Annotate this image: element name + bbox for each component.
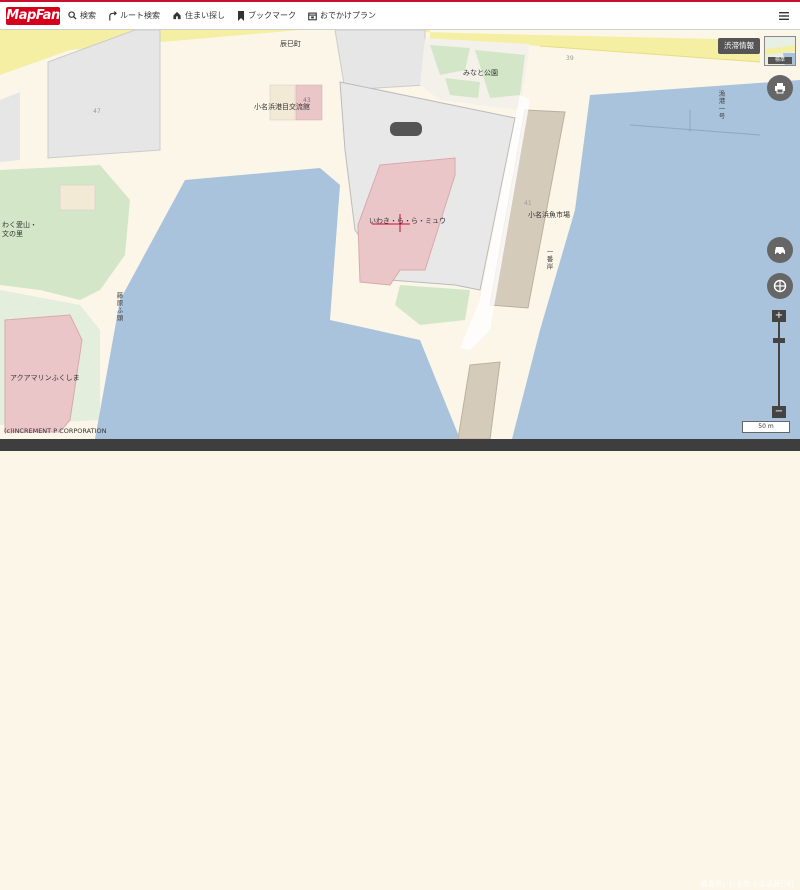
compass-button[interactable] <box>767 273 793 299</box>
copyright-text: (c)INCREMENT P CORPORATION <box>4 427 107 435</box>
nav-bookmark-label: ブックマーク <box>248 11 296 20</box>
zoom-control: + − <box>772 310 786 418</box>
number-39: 39 <box>566 55 574 62</box>
area-label: 辰巳町 <box>280 40 301 48</box>
pier2-label: 一番岸 <box>545 248 553 271</box>
nav-housing-label: 住まい探し <box>185 11 225 20</box>
current-address: 福島県いわき市 小名浜辰巳町 <box>700 880 794 888</box>
car-icon <box>775 247 785 256</box>
building1-label: 小名浜港目交流館 <box>254 103 310 111</box>
nav-route-label: ルート検索 <box>120 11 160 20</box>
nav-search-label: 検索 <box>80 11 96 20</box>
zoom-track[interactable] <box>778 322 780 406</box>
nav-bookmark[interactable]: ブックマーク <box>237 10 296 21</box>
header-bar: MapFan 検索 ルート検索 住まい探し ブックマーク おでかけプラン <box>0 0 800 30</box>
market-label: 小名浜魚市場 <box>528 211 570 219</box>
printer-icon <box>775 83 785 94</box>
nav-housing[interactable]: 住まい探し <box>172 10 225 21</box>
scale-bar: 50 m <box>742 421 790 433</box>
route-icon <box>109 10 117 20</box>
map-canvas[interactable]: 辰巳町 小名浜港目交流館 43 47 みなと公園 39 いわき・ら・ら・ミュウ … <box>0 30 800 439</box>
main-nav: 検索 ルート検索 住まい探し ブックマーク おでかけプラン <box>68 10 388 21</box>
nav-route-search[interactable]: ルート検索 <box>108 10 160 21</box>
compass-icon <box>773 279 787 293</box>
map-background <box>0 30 800 439</box>
quay-label: 藤原ふ頭 <box>115 292 123 322</box>
search-icon <box>68 11 77 20</box>
block-number-47: 47 <box>93 108 101 115</box>
print-button[interactable] <box>767 75 793 101</box>
park-label: みなと公園 <box>463 69 498 77</box>
zoom-slider-handle[interactable] <box>773 338 785 343</box>
house-icon <box>173 11 181 20</box>
minimap-label: 標準 <box>768 57 792 64</box>
car-mode-button[interactable] <box>767 237 793 263</box>
footer-bar: 福島県いわき市 小名浜辰巳町 <box>0 439 800 888</box>
hamburger-menu-icon[interactable] <box>778 10 790 22</box>
traffic-info-button[interactable]: 渋滞情報 <box>718 38 760 54</box>
aquarium-label: アクアマリンふくしま <box>10 374 80 382</box>
bookmark-icon <box>238 10 244 21</box>
zoom-out-button[interactable]: − <box>772 406 786 418</box>
number-41: 41 <box>524 200 532 207</box>
left-area-label-2: 文の里 <box>2 230 23 238</box>
nav-outing-label: おでかけプラン <box>320 11 376 20</box>
pier1-label: 漁港一号 <box>717 90 725 120</box>
facility-label: いわき・ら・ら・ミュウ <box>369 217 446 225</box>
zoom-in-button[interactable]: + <box>772 310 786 322</box>
nav-outing-plan[interactable]: おでかけプラン <box>308 10 376 21</box>
building1-number: 43 <box>303 97 311 104</box>
map-style-switcher[interactable]: 標準 <box>764 36 796 66</box>
calendar-icon <box>308 12 317 20</box>
nav-search[interactable]: 検索 <box>68 10 96 21</box>
mapfan-logo[interactable]: MapFan <box>6 6 60 25</box>
